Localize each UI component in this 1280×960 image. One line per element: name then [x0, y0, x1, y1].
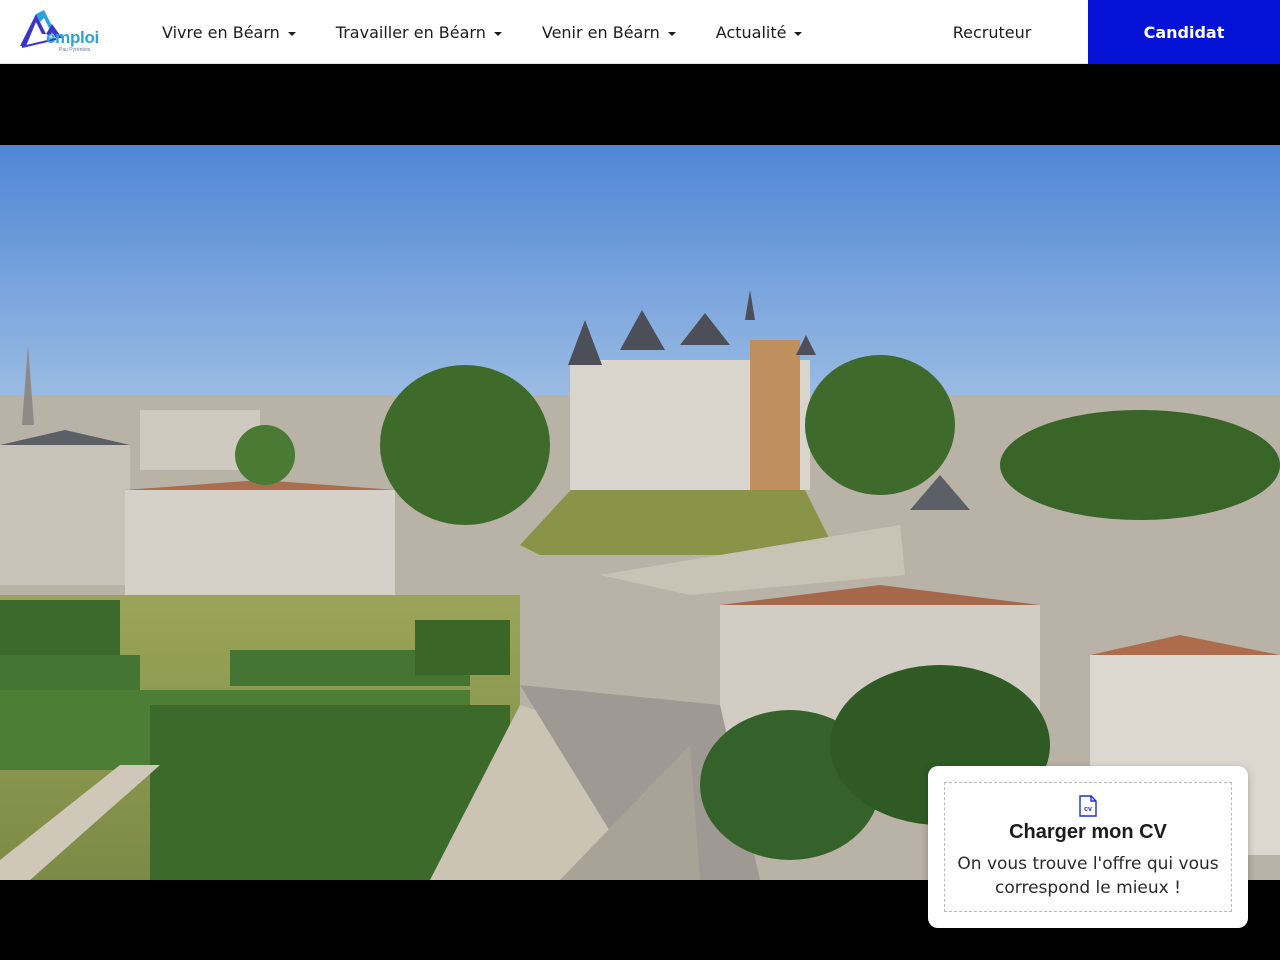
cv-icon-label: cv: [1084, 806, 1092, 813]
nav-item-label: Actualité: [715, 22, 787, 42]
cv-file-icon: cv: [1079, 795, 1097, 817]
caret-down-icon: [493, 31, 502, 36]
caret-down-icon: [794, 31, 803, 36]
upload-cv-card[interactable]: cv Charger mon CV On vous trouve l'offre…: [928, 766, 1248, 928]
caret-down-icon: [287, 31, 296, 36]
nav-item-label: Venir en Béarn: [541, 22, 660, 42]
upload-cv-dropzone[interactable]: cv Charger mon CV On vous trouve l'offre…: [944, 782, 1232, 912]
cv-card-description: On vous trouve l'offre qui vous correspo…: [957, 854, 1219, 898]
candidat-button[interactable]: Candidat: [1088, 0, 1280, 64]
nav-item-travailler-en-bearn[interactable]: Travailler en Béarn: [336, 0, 502, 64]
nav-item-vivre-en-bearn[interactable]: Vivre en Béarn: [162, 0, 296, 64]
nav-item-actualite[interactable]: Actualité: [716, 0, 803, 64]
nav-item-label: Vivre en Béarn: [162, 22, 280, 42]
site-logo[interactable]: emploi Pau Pyrénées: [16, 8, 100, 54]
cv-card-title: Charger mon CV: [1009, 821, 1167, 843]
recruteur-link[interactable]: Recruteur: [930, 0, 1054, 64]
site-header: emploi Pau Pyrénées Vivre en Béarn Trava…: [0, 0, 1280, 64]
main-nav: Vivre en Béarn Travailler en Béarn Venir…: [162, 0, 842, 64]
nav-item-venir-en-bearn[interactable]: Venir en Béarn: [542, 0, 676, 64]
nav-item-label: Travailler en Béarn: [335, 22, 486, 42]
logo-subtitle: Pau Pyrénées: [59, 47, 91, 53]
caret-down-icon: [667, 31, 676, 36]
logo-text: emploi: [46, 28, 99, 47]
